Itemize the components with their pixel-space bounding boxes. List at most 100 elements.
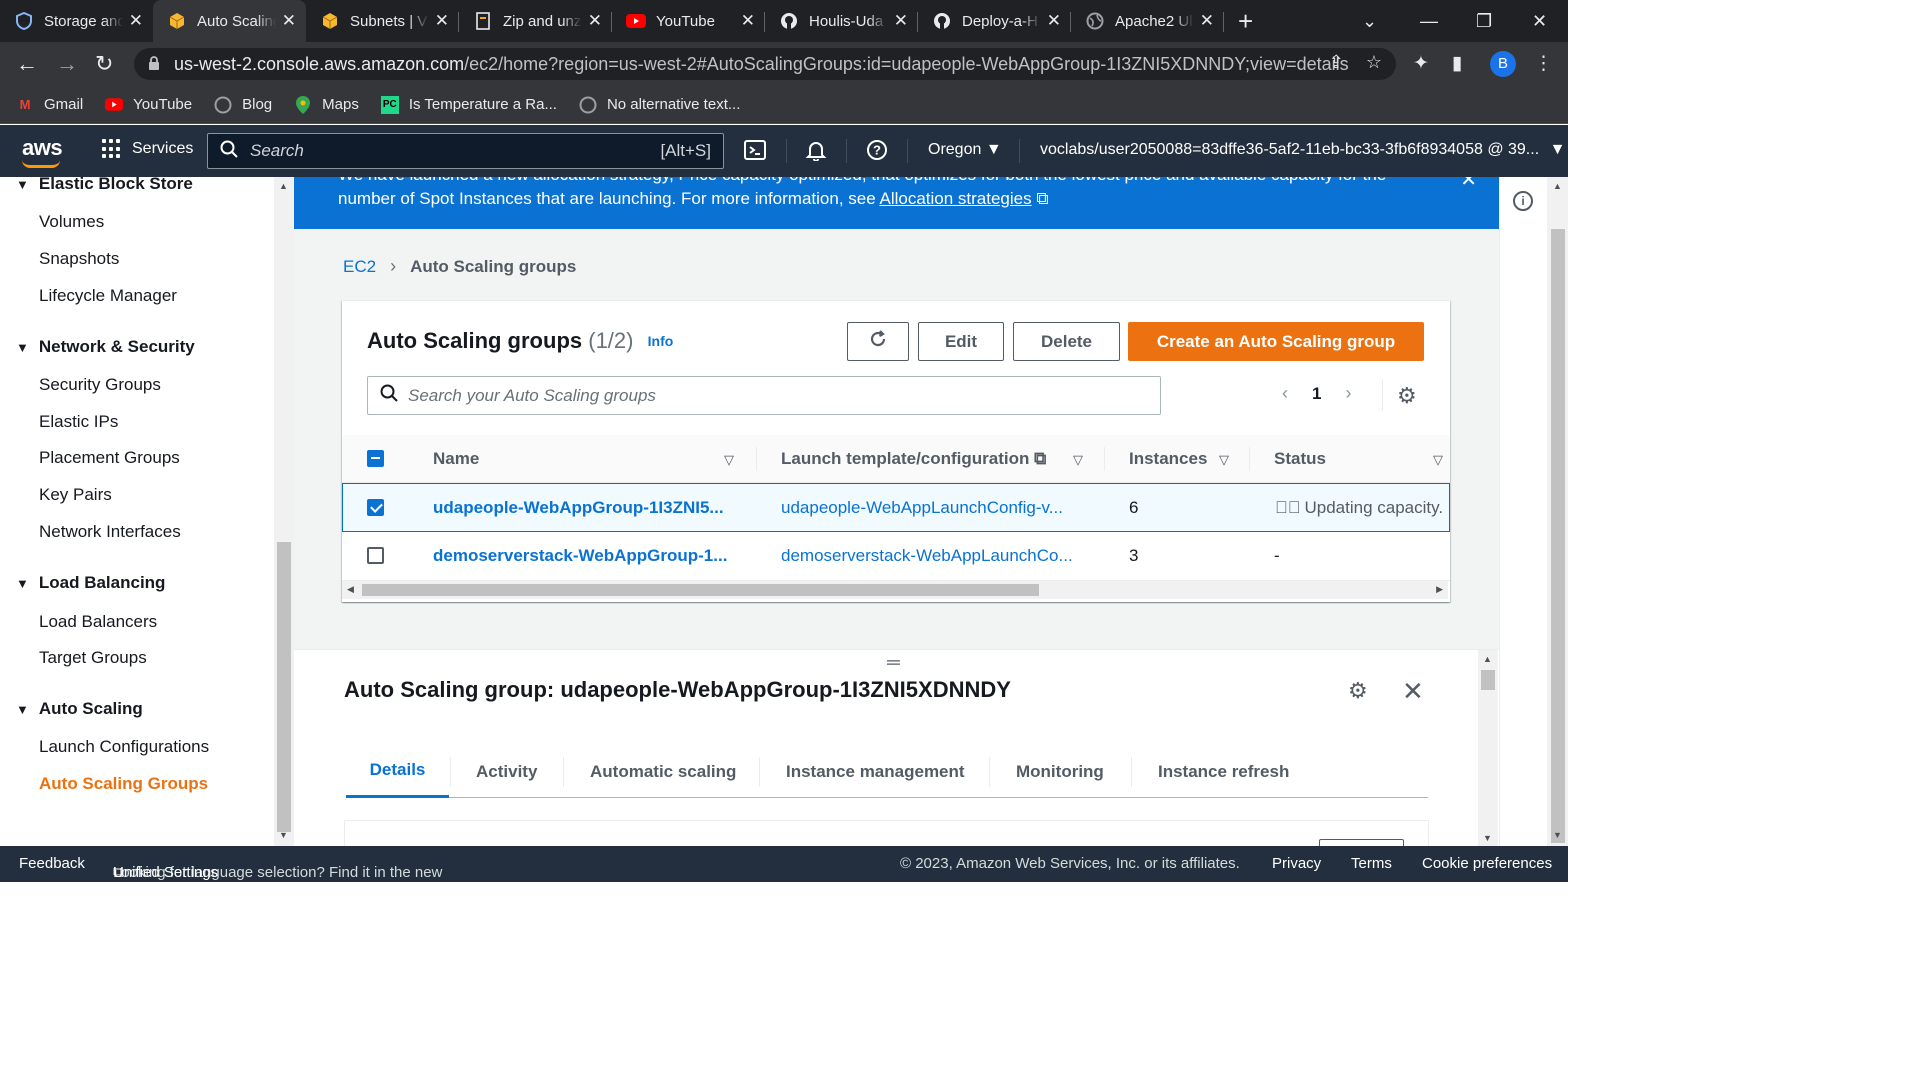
close-icon[interactable]: ✕ bbox=[435, 11, 449, 31]
gear-icon[interactable]: ⚙ bbox=[1397, 383, 1417, 409]
browser-tab-youtube[interactable]: YouTube ✕ bbox=[612, 0, 765, 42]
table-row[interactable]: demoserverstack-WebAppGroup-1... demoser… bbox=[342, 532, 1450, 581]
services-menu[interactable]: Services bbox=[102, 139, 193, 159]
delete-button[interactable]: Delete bbox=[1013, 322, 1120, 361]
tab-automatic-scaling[interactable]: Automatic scaling bbox=[590, 745, 736, 798]
close-icon[interactable]: ✕ bbox=[1402, 676, 1424, 707]
bell-icon[interactable] bbox=[805, 139, 827, 167]
scroll-down-icon[interactable]: ▼ bbox=[279, 830, 288, 840]
scroll-up-icon[interactable]: ▲ bbox=[279, 181, 288, 191]
close-icon[interactable]: ✕ bbox=[1047, 11, 1061, 31]
gear-icon[interactable]: ⚙ bbox=[1348, 678, 1368, 704]
menu-kebab-icon[interactable]: ⋮ bbox=[1534, 52, 1553, 75]
scroll-right-icon[interactable]: ▶ bbox=[1436, 584, 1443, 595]
forward-icon[interactable]: → bbox=[56, 50, 78, 78]
table-horizontal-scrollbar[interactable]: ◀ ▶ bbox=[342, 581, 1448, 599]
cookie-preferences-link[interactable]: Cookie preferences bbox=[1422, 855, 1552, 872]
close-icon[interactable]: ✕ bbox=[741, 11, 755, 31]
tab-monitoring[interactable]: Monitoring bbox=[1016, 745, 1104, 798]
sidebar-item-snapshots[interactable]: Snapshots bbox=[39, 249, 119, 269]
browser-tab-subnets[interactable]: Subnets | V ✕ bbox=[306, 0, 459, 42]
tab-instance-management[interactable]: Instance management bbox=[786, 745, 965, 798]
terms-link[interactable]: Terms bbox=[1351, 855, 1392, 872]
bookmark-youtube[interactable]: YouTube bbox=[105, 96, 192, 114]
sidebar-scrollbar[interactable]: ▲ ▼ bbox=[274, 177, 294, 846]
scrollbar-thumb[interactable] bbox=[1481, 670, 1495, 690]
refresh-button[interactable] bbox=[847, 322, 909, 361]
profile-avatar[interactable]: B bbox=[1490, 51, 1516, 77]
browser-tab-deploy[interactable]: Deploy-a-H ✕ bbox=[918, 0, 1071, 42]
sort-down-icon[interactable]: ▽ bbox=[1433, 452, 1443, 468]
scroll-left-icon[interactable]: ◀ bbox=[347, 584, 354, 595]
extensions-icon[interactable]: ✦ bbox=[1413, 52, 1429, 75]
feedback-link[interactable]: Feedback bbox=[19, 855, 85, 872]
scrollbar-thumb[interactable] bbox=[277, 542, 291, 832]
allocation-strategies-link[interactable]: Allocation strategies bbox=[879, 189, 1031, 208]
reload-icon[interactable]: ↻ bbox=[95, 50, 113, 78]
column-launch-template[interactable]: Launch template/configuration ⧉ bbox=[781, 449, 1046, 469]
info-link[interactable]: Info bbox=[648, 333, 674, 349]
launch-config-link[interactable]: udapeople-WebAppLaunchConfig-v... bbox=[781, 498, 1063, 518]
scroll-down-icon[interactable]: ▼ bbox=[1483, 833, 1492, 843]
sort-down-icon[interactable]: ▽ bbox=[1073, 452, 1083, 468]
scrollbar-thumb[interactable] bbox=[362, 584, 1039, 596]
info-icon[interactable]: i bbox=[1513, 191, 1533, 211]
new-tab-icon[interactable]: + bbox=[1238, 0, 1253, 42]
region-selector[interactable]: Oregon ▼ bbox=[928, 141, 1002, 159]
sidebar-item-auto-scaling-groups[interactable]: Auto Scaling Groups bbox=[39, 774, 208, 794]
bookmark-blog[interactable]: Blog bbox=[214, 96, 272, 114]
minimize-icon[interactable]: — bbox=[1420, 0, 1438, 42]
bookmark-temperature[interactable]: PC Is Temperature a Ra... bbox=[380, 95, 557, 114]
back-icon[interactable]: ← bbox=[16, 50, 38, 78]
side-panel-icon[interactable]: ▮ bbox=[1452, 52, 1462, 75]
chevron-right-icon[interactable]: › bbox=[1345, 383, 1351, 404]
table-row[interactable]: udapeople-WebAppGroup-1I3ZNI5... udapeop… bbox=[342, 483, 1450, 532]
bookmark-gmail[interactable]: M Gmail bbox=[16, 96, 84, 114]
browser-tab-auto-scaling[interactable]: Auto Scaling ✕ bbox=[153, 0, 306, 42]
sidebar-item-target-groups[interactable]: Target Groups bbox=[39, 648, 147, 668]
tab-search-icon[interactable]: ⌄ bbox=[1362, 0, 1377, 42]
browser-tab-storage[interactable]: Storage and ✕ bbox=[0, 0, 153, 42]
close-icon[interactable]: ✕ bbox=[588, 11, 602, 31]
bookmark-maps[interactable]: Maps bbox=[294, 95, 359, 114]
create-auto-scaling-group-button[interactable]: Create an Auto Scaling group bbox=[1128, 322, 1424, 361]
details-scrollbar[interactable]: ▲ ▼ bbox=[1478, 650, 1498, 846]
help-icon[interactable]: ? bbox=[866, 139, 888, 167]
edit-button[interactable] bbox=[1319, 839, 1404, 846]
bookmark-no-alt[interactable]: No alternative text... bbox=[579, 96, 740, 114]
unified-settings-link[interactable]: Unified Settings bbox=[113, 864, 218, 881]
sort-down-icon[interactable]: ▽ bbox=[724, 452, 734, 468]
breadcrumb-ec2[interactable]: EC2 bbox=[343, 257, 376, 277]
drag-handle-icon[interactable]: ═ bbox=[887, 653, 900, 671]
page-number[interactable]: 1 bbox=[1312, 384, 1321, 404]
page-scrollbar[interactable]: ▲ ▼ bbox=[1547, 177, 1568, 846]
sidebar-item-security-groups[interactable]: Security Groups bbox=[39, 375, 161, 395]
close-icon[interactable]: ✕ bbox=[282, 11, 296, 31]
close-icon[interactable]: ✕ bbox=[894, 11, 908, 31]
sidebar-section-load-balancing[interactable]: ▼ Load Balancing bbox=[16, 573, 165, 593]
sidebar-item-elastic-ips[interactable]: Elastic IPs bbox=[39, 412, 118, 432]
window-close-icon[interactable]: ✕ bbox=[1532, 0, 1547, 42]
browser-tab-zip[interactable]: Zip and unz ✕ bbox=[459, 0, 612, 42]
sidebar-item-key-pairs[interactable]: Key Pairs bbox=[39, 485, 112, 505]
column-name[interactable]: Name bbox=[433, 449, 479, 469]
sidebar-item-load-balancers[interactable]: Load Balancers bbox=[39, 612, 157, 632]
chevron-left-icon[interactable]: ‹ bbox=[1282, 383, 1288, 404]
scroll-up-icon[interactable]: ▲ bbox=[1553, 181, 1562, 191]
column-instances[interactable]: Instances bbox=[1129, 449, 1207, 469]
sidebar-item-placement-groups[interactable]: Placement Groups bbox=[39, 448, 180, 468]
browser-tab-houlis[interactable]: Houlis-Uda ✕ bbox=[765, 0, 918, 42]
sidebar-item-volumes[interactable]: Volumes bbox=[39, 212, 104, 232]
bookmark-star-icon[interactable]: ☆ bbox=[1366, 52, 1382, 73]
sidebar-section-ebs[interactable]: ▼ Elastic Block Store bbox=[16, 177, 193, 194]
scrollbar-thumb[interactable] bbox=[1551, 229, 1565, 843]
search-input[interactable]: Search your Auto Scaling groups bbox=[367, 376, 1161, 415]
privacy-link[interactable]: Privacy bbox=[1272, 855, 1321, 872]
sidebar-item-lifecycle-manager[interactable]: Lifecycle Manager bbox=[39, 286, 177, 306]
sidebar-section-network-security[interactable]: ▼ Network & Security bbox=[16, 337, 195, 357]
scroll-down-icon[interactable]: ▼ bbox=[1553, 830, 1562, 840]
tab-details[interactable]: Details bbox=[346, 745, 449, 798]
column-status[interactable]: Status bbox=[1274, 449, 1326, 469]
group-name-link[interactable]: udapeople-WebAppGroup-1I3ZNI5... bbox=[433, 498, 724, 518]
select-all-checkbox[interactable] bbox=[367, 450, 384, 467]
